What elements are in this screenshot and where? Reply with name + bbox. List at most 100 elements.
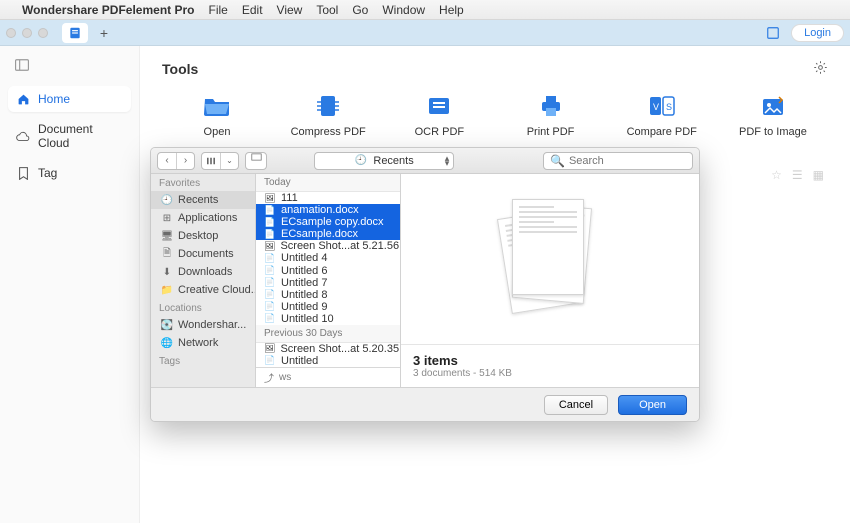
sidebar-tab-icon[interactable] <box>8 54 36 76</box>
sidebar-desktop[interactable]: 🖥Desktop <box>151 227 255 245</box>
sidebar-item-tag[interactable]: Tag <box>8 160 131 186</box>
clock-icon: 🕘 <box>161 194 173 206</box>
dialog-sidebar: Favorites 🕘Recents ⊞Applications 🖥Deskto… <box>151 174 256 387</box>
menu-edit[interactable]: Edit <box>242 3 263 17</box>
open-button[interactable]: Open <box>618 395 687 415</box>
disk-icon: 💽 <box>161 319 173 331</box>
downloads-icon: ⬇ <box>161 266 173 278</box>
preview-title: 3 items <box>413 353 687 368</box>
sidebar-item-document-cloud[interactable]: Document Cloud <box>8 116 131 156</box>
cancel-button[interactable]: Cancel <box>544 395 608 415</box>
compress-icon <box>314 94 342 118</box>
file-row[interactable]: 📄Untitled 6 <box>256 264 400 276</box>
file-row[interactable]: 📄Untitled 10 <box>256 313 400 325</box>
sidebar-creative-cloud[interactable]: 📁Creative Cloud... <box>151 281 255 299</box>
favorites-heading: Favorites <box>151 174 255 191</box>
search-input[interactable] <box>569 155 686 167</box>
network-icon: 🌐 <box>161 337 173 349</box>
tool-label: Compress PDF <box>291 126 366 138</box>
doc-icon: 📄 <box>264 217 276 227</box>
locations-heading: Locations <box>151 299 255 316</box>
file-row[interactable]: 📄ECsample.docx <box>256 228 400 240</box>
sidebar-documents[interactable]: 🗎Documents <box>151 245 255 263</box>
dialog-footer: Cancel Open <box>151 387 699 421</box>
open-file-dialog: ‹ › ⌄ 🕘 Recents ▴▾ 🔍 Favorites 🕘Recents … <box>150 147 700 422</box>
group-prev30: Previous 30 Days <box>256 325 400 343</box>
star-icon[interactable]: ☆ <box>771 168 782 182</box>
app-sidebar: Home Document Cloud Tag <box>0 46 140 523</box>
tool-pdf-to-image[interactable]: PDF to Image <box>728 94 818 138</box>
menu-help[interactable]: Help <box>439 3 464 17</box>
svg-text:V: V <box>653 102 659 112</box>
view-dropdown-button[interactable]: ⌄ <box>220 153 238 169</box>
tool-grid: Open Compress PDF OCR PDF Print PDF VS C… <box>162 94 828 154</box>
preview-pane: 3 items 3 documents - 514 KB <box>401 174 699 387</box>
doc-icon: 📄 <box>264 229 276 239</box>
menu-tool[interactable]: Tool <box>316 3 338 17</box>
file-row[interactable]: 📄Untitled <box>256 355 400 367</box>
tool-print[interactable]: Print PDF <box>506 94 596 138</box>
menu-window[interactable]: Window <box>382 3 425 17</box>
menu-go[interactable]: Go <box>352 3 368 17</box>
tool-open[interactable]: Open <box>172 94 262 138</box>
tool-ocr[interactable]: OCR PDF <box>394 94 484 138</box>
location-dropdown[interactable]: 🕘 Recents ▴▾ <box>314 152 454 170</box>
folder-open-icon <box>203 94 231 118</box>
tool-label: OCR PDF <box>415 126 465 138</box>
sidebar-item-home[interactable]: Home <box>8 86 131 112</box>
documents-icon: 🗎 <box>161 248 173 260</box>
file-row[interactable]: 📄anamation.docx <box>256 204 400 216</box>
image-icon: 🖼 <box>264 241 275 251</box>
app-name[interactable]: Wondershare PDFelement Pro <box>22 3 195 17</box>
doc-icon: 📄 <box>264 278 276 288</box>
gear-icon[interactable] <box>813 60 828 78</box>
file-row[interactable]: 📄Untitled 4 <box>256 252 400 264</box>
file-row[interactable]: 🖼111 <box>256 192 400 204</box>
sidebar-wondershare[interactable]: 💽Wondershar... <box>151 316 255 334</box>
print-icon <box>537 94 565 118</box>
menu-file[interactable]: File <box>209 3 228 17</box>
scan-icon[interactable] <box>765 25 781 41</box>
sidebar-network[interactable]: 🌐Network <box>151 334 255 352</box>
tool-compare[interactable]: VS Compare PDF <box>617 94 707 138</box>
file-row[interactable]: 📄Untitled 8 <box>256 289 400 301</box>
forward-button[interactable]: › <box>176 153 194 169</box>
sidebar-downloads[interactable]: ⬇Downloads <box>151 263 255 281</box>
sidebar-applications[interactable]: ⊞Applications <box>151 209 255 227</box>
svg-text:S: S <box>666 102 672 112</box>
sidebar-item-label: Home <box>38 92 70 106</box>
sidebar-recents[interactable]: 🕘Recents <box>151 191 255 209</box>
new-tab-button[interactable]: + <box>94 23 114 43</box>
view-mode-buttons: ⌄ <box>201 152 239 170</box>
search-icon: 🔍 <box>550 154 565 168</box>
clock-icon: 🕘 <box>355 155 367 166</box>
tabbar: + Login <box>0 20 850 46</box>
file-row[interactable]: 📄ECsample copy.docx <box>256 216 400 228</box>
doc-icon: 📄 <box>264 302 276 312</box>
menu-view[interactable]: View <box>277 3 303 17</box>
chevron-updown-icon: ▴▾ <box>445 156 450 166</box>
up-icon: ⤴ <box>264 370 274 385</box>
login-button[interactable]: Login <box>791 24 844 42</box>
group-button[interactable] <box>245 152 267 170</box>
window-controls[interactable] <box>6 28 48 38</box>
cloud-icon <box>16 129 30 143</box>
nav-buttons: ‹ › <box>157 152 195 170</box>
file-row[interactable]: 🖼Screen Shot...at 5.20.35 PM <box>256 343 400 355</box>
file-row[interactable]: 📄Untitled 7 <box>256 277 400 289</box>
path-bar[interactable]: ⤴ws <box>256 367 400 387</box>
file-row[interactable]: 📄Untitled 9 <box>256 301 400 313</box>
search-field[interactable]: 🔍 <box>543 152 693 170</box>
doc-icon: 📄 <box>264 290 276 300</box>
list-view-icon[interactable]: ☰ <box>792 168 803 182</box>
ocr-icon <box>425 94 453 118</box>
group-today: Today <box>256 174 400 192</box>
tool-label: Open <box>204 126 231 138</box>
back-button[interactable]: ‹ <box>158 153 176 169</box>
tool-compress[interactable]: Compress PDF <box>283 94 373 138</box>
app-tab[interactable] <box>62 23 88 43</box>
image-icon: 🖼 <box>264 193 276 203</box>
column-view-button[interactable] <box>202 153 220 169</box>
grid-view-icon[interactable]: ▦ <box>813 168 824 182</box>
file-row[interactable]: 🖼Screen Shot...at 5.21.56 PM <box>256 240 400 252</box>
